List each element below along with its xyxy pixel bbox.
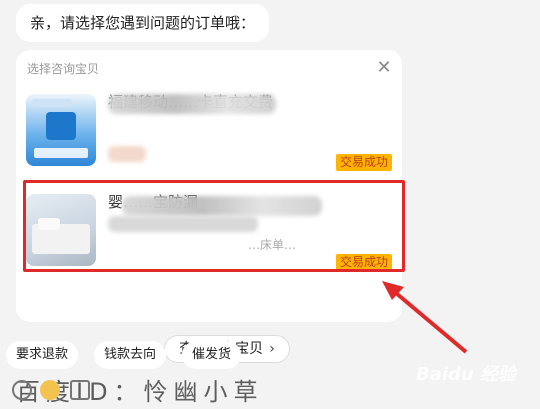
annotation-arrow	[382, 281, 468, 354]
refund-request-button[interactable]: 要求退款	[6, 341, 79, 369]
urge-shipping-button[interactable]: 催发货	[182, 341, 242, 369]
image-icon[interactable]	[70, 380, 90, 400]
menu-icon[interactable]	[12, 380, 32, 400]
baidu-watermark: Baidu 经验	[416, 364, 517, 385]
payment-status-button[interactable]: 钱款去向	[94, 341, 167, 369]
emoji-icon[interactable]	[40, 380, 60, 400]
